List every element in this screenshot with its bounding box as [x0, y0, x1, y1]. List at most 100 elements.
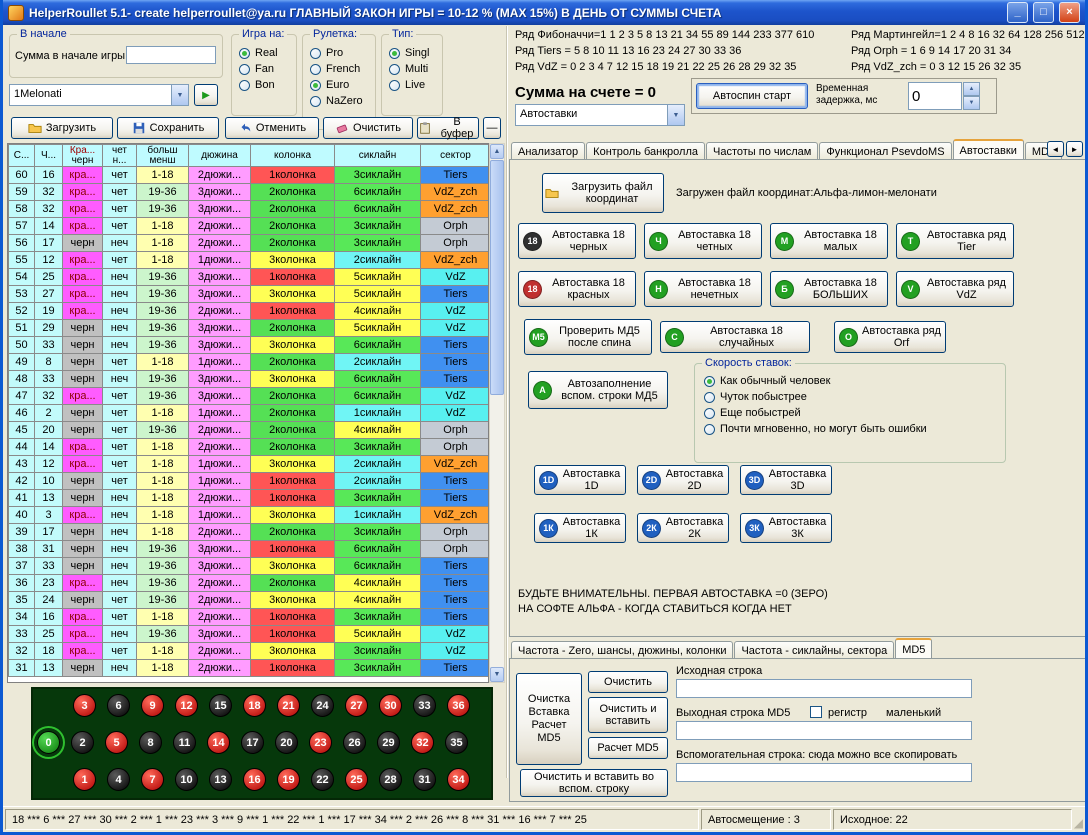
radio-icon[interactable]: [310, 48, 321, 59]
clear-paste-calc-button[interactable]: Очистка Вставка Расчет MD5: [516, 673, 582, 765]
roulette-number-27[interactable]: 27: [345, 694, 368, 717]
radio-icon[interactable]: [310, 96, 321, 107]
save-button[interactable]: Сохранить: [117, 117, 219, 139]
radio-icon[interactable]: [239, 64, 250, 75]
roulette-number-8[interactable]: 8: [139, 731, 162, 754]
table-row[interactable]: 4833черннеч19-363дюжи...3колонка6сиклайн…: [9, 371, 490, 388]
roulette-number-13[interactable]: 13: [209, 768, 232, 791]
clear-button[interactable]: Очистить: [323, 117, 413, 139]
tab-Частоты по числам[interactable]: Частоты по числам: [706, 142, 818, 160]
roulette-number-20[interactable]: 20: [275, 731, 298, 754]
roulette-number-26[interactable]: 26: [343, 731, 366, 754]
table-row[interactable]: 498чернчет1-181дюжи...2колонка2сиклайнTi…: [9, 354, 490, 371]
autobet-button[interactable]: 1DАвтоставка 1D: [534, 465, 626, 495]
table-row[interactable]: 6016кра...чет1-182дюжи...1колонка3сиклай…: [9, 167, 490, 184]
autobet-button[interactable]: VАвтоставка ряд VdZ: [896, 271, 1014, 307]
scroll-down-icon[interactable]: ▼: [490, 667, 504, 682]
roulette-number-23[interactable]: 23: [309, 731, 332, 754]
roulette-number-16[interactable]: 16: [243, 768, 266, 791]
radio-speed-Чуток побыстрее[interactable]: Чуток побыстрее: [704, 389, 927, 405]
radio-roulette-NaZero[interactable]: NaZero: [310, 93, 363, 109]
radio-game-Bon[interactable]: Bon: [239, 77, 278, 93]
radio-game-Fan[interactable]: Fan: [239, 61, 278, 77]
delay-input[interactable]: [908, 82, 962, 110]
table-row[interactable]: 3218кра...чет1-182дюжи...3колонка3сиклай…: [9, 643, 490, 660]
radio-speed-Еще побыстрей[interactable]: Еще побыстрей: [704, 405, 927, 421]
roulette-number-11[interactable]: 11: [173, 731, 196, 754]
roulette-number-17[interactable]: 17: [241, 731, 264, 754]
roulette-number-9[interactable]: 9: [141, 694, 164, 717]
table-row[interactable]: 3917черннеч1-182дюжи...2колонка3сиклайнO…: [9, 524, 490, 541]
table-row[interactable]: 5327кра...неч19-363дюжи...3колонка5сикла…: [9, 286, 490, 303]
tab-Контроль банкролла[interactable]: Контроль банкролла: [586, 142, 705, 160]
table-row[interactable]: 3113черннеч1-182дюжи...1колонка3сиклайнT…: [9, 660, 490, 677]
tab-Анализатор[interactable]: Анализатор: [511, 142, 585, 160]
to-buffer-button[interactable]: В буфер: [417, 117, 479, 139]
roulette-number-19[interactable]: 19: [277, 768, 300, 791]
roulette-number-36[interactable]: 36: [447, 694, 470, 717]
register-checkbox[interactable]: [810, 706, 822, 718]
autobet-button[interactable]: ЧАвтоставка 18 четных: [644, 223, 762, 259]
table-row[interactable]: 3623кра...неч19-362дюжи...2колонка4сикла…: [9, 575, 490, 592]
output-string-input[interactable]: [676, 721, 972, 740]
table-row[interactable]: 5714кра...чет1-182дюжи...2колонка3сиклай…: [9, 218, 490, 235]
table-row[interactable]: 4312кра...чет1-181дюжи...3колонка2сиклай…: [9, 456, 490, 473]
source-string-input[interactable]: [676, 679, 972, 698]
minimize-button[interactable]: _: [1007, 2, 1028, 23]
radio-speed-Как обычный человек[interactable]: Как обычный человек: [704, 373, 927, 389]
radio-icon[interactable]: [389, 48, 400, 59]
autobet-button[interactable]: 3DАвтоставка 3D: [740, 465, 832, 495]
roulette-number-12[interactable]: 12: [175, 694, 198, 717]
autobet-button[interactable]: 2КАвтоставка 2К: [637, 513, 729, 543]
table-row[interactable]: 5617черннеч1-182дюжи...2колонка3сиклайнO…: [9, 235, 490, 252]
autobet-button[interactable]: ТАвтоставка ряд Tier: [896, 223, 1014, 259]
play-button[interactable]: ▶: [194, 84, 218, 106]
autobet-button[interactable]: 3КАвтоставка 3К: [740, 513, 832, 543]
md5-clear-paste-button[interactable]: Очистить и вставить: [588, 697, 668, 733]
radio-speed-Почти мгновенно, но могут быть ошибки[interactable]: Почти мгновенно, но могут быть ошибки: [704, 421, 927, 437]
chevron-down-icon[interactable]: ▼: [667, 105, 684, 125]
scroll-up-icon[interactable]: ▲: [490, 144, 504, 159]
roulette-number-35[interactable]: 35: [445, 731, 468, 754]
radio-roulette-Euro[interactable]: Euro: [310, 77, 363, 93]
roulette-number-29[interactable]: 29: [377, 731, 400, 754]
radio-icon[interactable]: [239, 80, 250, 91]
table-scrollbar[interactable]: ▲ ▼: [489, 143, 505, 683]
roulette-number-7[interactable]: 7: [141, 768, 164, 791]
roulette-number-22[interactable]: 22: [311, 768, 334, 791]
roulette-number-0[interactable]: 0: [37, 731, 60, 754]
table-row[interactable]: 403кра...неч1-181дюжи...3колонка1сиклайн…: [9, 507, 490, 524]
paste-to-aux-button[interactable]: Очистить и вставить во вспом. строку: [520, 769, 668, 797]
roulette-number-15[interactable]: 15: [209, 694, 232, 717]
roulette-number-4[interactable]: 4: [107, 768, 130, 791]
radio-icon[interactable]: [704, 408, 715, 419]
roulette-number-6[interactable]: 6: [107, 694, 130, 717]
roulette-number-3[interactable]: 3: [73, 694, 96, 717]
radio-type-Singl[interactable]: Singl: [389, 45, 429, 61]
profile-combobox[interactable]: 1Melonati ▼: [9, 84, 189, 106]
autobet-button[interactable]: ААвтозаполнение вспом. строки МД5: [528, 371, 668, 409]
autobet-button[interactable]: 18Автоставка 18 черных: [518, 223, 636, 259]
autobets-combobox[interactable]: Автоставки ▼: [515, 104, 685, 126]
table-row[interactable]: 5129черннеч19-363дюжи...2колонка5сиклайн…: [9, 320, 490, 337]
autobet-button[interactable]: ОАвтоставка ряд Orf: [834, 321, 946, 353]
spinner-up-icon[interactable]: ▲: [963, 82, 980, 96]
table-row[interactable]: 4210чернчет1-181дюжи...1колонка2сиклайнT…: [9, 473, 490, 490]
undo-button[interactable]: Отменить: [225, 117, 319, 139]
table-row[interactable]: 3733черннеч19-363дюжи...3колонка6сиклайн…: [9, 558, 490, 575]
table-row[interactable]: 5425кра...неч19-363дюжи...1колонка5сикла…: [9, 269, 490, 286]
scrollbar-thumb[interactable]: [490, 160, 504, 395]
load-button[interactable]: Загрузить: [11, 117, 113, 139]
md5-clear-button[interactable]: Очистить: [588, 671, 668, 693]
roulette-number-31[interactable]: 31: [413, 768, 436, 791]
autobet-button[interactable]: САвтоставка 18 случайных: [660, 321, 810, 353]
close-button[interactable]: ×: [1059, 2, 1080, 23]
roulette-number-5[interactable]: 5: [105, 731, 128, 754]
bottom-tab-MD5[interactable]: MD5: [895, 638, 932, 659]
tab-scroll-left-icon[interactable]: ◄: [1047, 141, 1064, 157]
resize-grip[interactable]: ◢: [1074, 809, 1083, 830]
roulette-number-24[interactable]: 24: [311, 694, 334, 717]
radio-game-Real[interactable]: Real: [239, 45, 278, 61]
roulette-number-33[interactable]: 33: [413, 694, 436, 717]
md5-calc-button[interactable]: Расчет MD5: [588, 737, 668, 759]
